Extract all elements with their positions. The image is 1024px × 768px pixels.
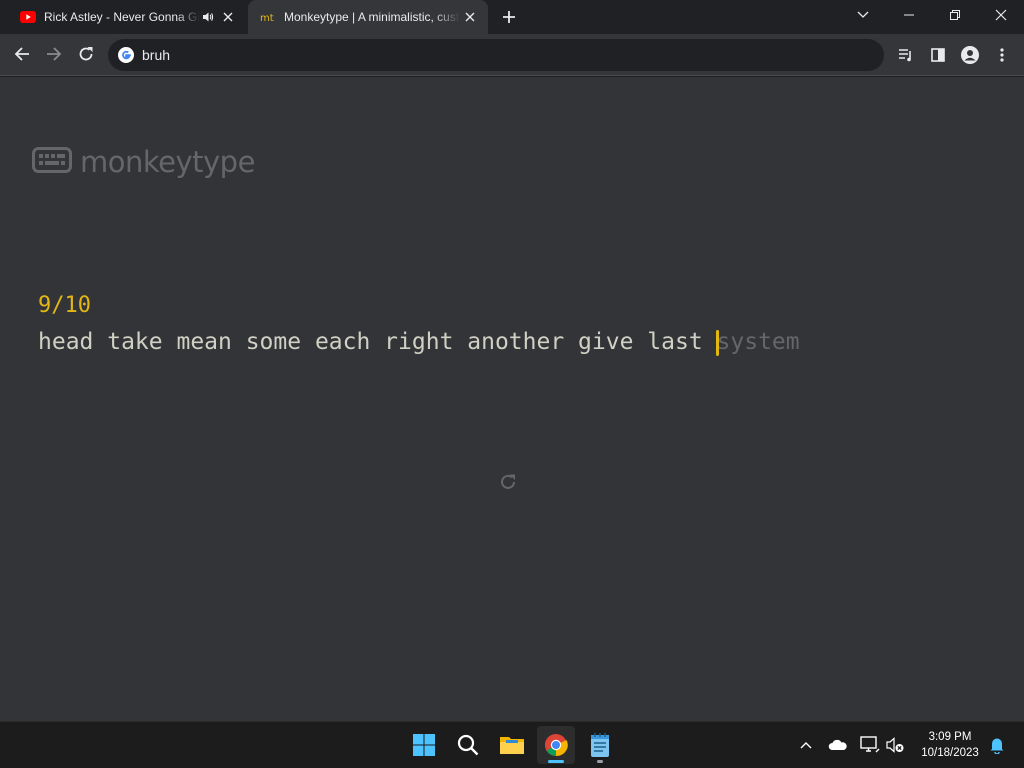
onedrive-icon[interactable] xyxy=(827,734,849,756)
tab-monkeytype[interactable]: mt Monkeytype | A minimalistic, customiz… xyxy=(248,0,488,34)
clock-date: 10/18/2023 xyxy=(921,747,979,759)
chrome-icon[interactable] xyxy=(537,726,575,764)
system-clock[interactable]: 3:09 PM 10/18/2023 xyxy=(912,729,988,761)
tab-strip: Rick Astley - Never Gonna Give You Up mt… xyxy=(0,0,1024,34)
typed-words: head take mean some each right another g… xyxy=(38,329,717,355)
clock-time: 3:09 PM xyxy=(928,731,972,743)
file-explorer-icon[interactable] xyxy=(493,726,531,764)
forward-button[interactable] xyxy=(39,39,69,69)
side-panel-icon[interactable] xyxy=(924,41,952,69)
monkeytype-page: monkeytype 9/10 head take mean some each… xyxy=(0,77,1024,721)
svg-text:mt: mt xyxy=(260,13,274,23)
current-word: system xyxy=(715,329,800,356)
open-app-indicator xyxy=(597,760,603,763)
address-bar[interactable]: bruh xyxy=(108,39,884,71)
google-icon xyxy=(118,47,134,63)
volume-muted-icon[interactable] xyxy=(885,734,907,756)
remaining-letters: ystem xyxy=(730,329,800,355)
current-letter: s xyxy=(716,329,731,355)
address-text: bruh xyxy=(142,47,171,63)
restore-button[interactable] xyxy=(932,0,978,30)
notepad-icon[interactable] xyxy=(581,726,619,764)
windows-start-icon[interactable] xyxy=(405,726,443,764)
profile-icon[interactable] xyxy=(956,41,984,69)
keyboard-logo-icon xyxy=(32,146,72,178)
media-control-icon[interactable] xyxy=(892,41,920,69)
notification-bell-icon[interactable] xyxy=(986,734,1008,756)
monkeytype-favicon-icon: mt xyxy=(260,9,276,25)
typing-caret xyxy=(715,330,719,356)
close-tab-icon[interactable] xyxy=(218,7,238,27)
tab-title: Rick Astley - Never Gonna Give You Up xyxy=(44,10,200,24)
windows-taskbar: 3:09 PM 10/18/2023 xyxy=(0,721,1024,768)
restart-test-icon[interactable] xyxy=(497,471,519,493)
chrome-menu-icon[interactable] xyxy=(988,41,1016,69)
tab-youtube[interactable]: Rick Astley - Never Gonna Give You Up xyxy=(8,0,246,34)
active-app-indicator xyxy=(548,760,564,763)
word-counter: 9/10 xyxy=(38,293,91,318)
speaker-icon[interactable] xyxy=(200,9,216,25)
show-hidden-icons-icon[interactable] xyxy=(795,734,817,756)
tab-title: Monkeytype | A minimalistic, customizabl… xyxy=(284,10,460,24)
reload-button[interactable] xyxy=(71,39,101,69)
minimize-button[interactable] xyxy=(886,0,932,30)
browser-toolbar: bruh xyxy=(0,34,1024,76)
new-tab-button[interactable] xyxy=(498,6,520,28)
back-button[interactable] xyxy=(7,39,37,69)
tab-search-icon[interactable] xyxy=(840,0,886,30)
close-window-button[interactable] xyxy=(978,0,1024,30)
search-icon[interactable] xyxy=(449,726,487,764)
monkeytype-logo[interactable]: monkeytype xyxy=(32,145,255,179)
network-icon[interactable] xyxy=(859,734,881,756)
logo-text: monkeytype xyxy=(80,145,255,179)
typing-words[interactable]: head take mean some each right another g… xyxy=(38,329,800,356)
youtube-icon xyxy=(20,9,36,25)
close-tab-icon[interactable] xyxy=(460,7,480,27)
